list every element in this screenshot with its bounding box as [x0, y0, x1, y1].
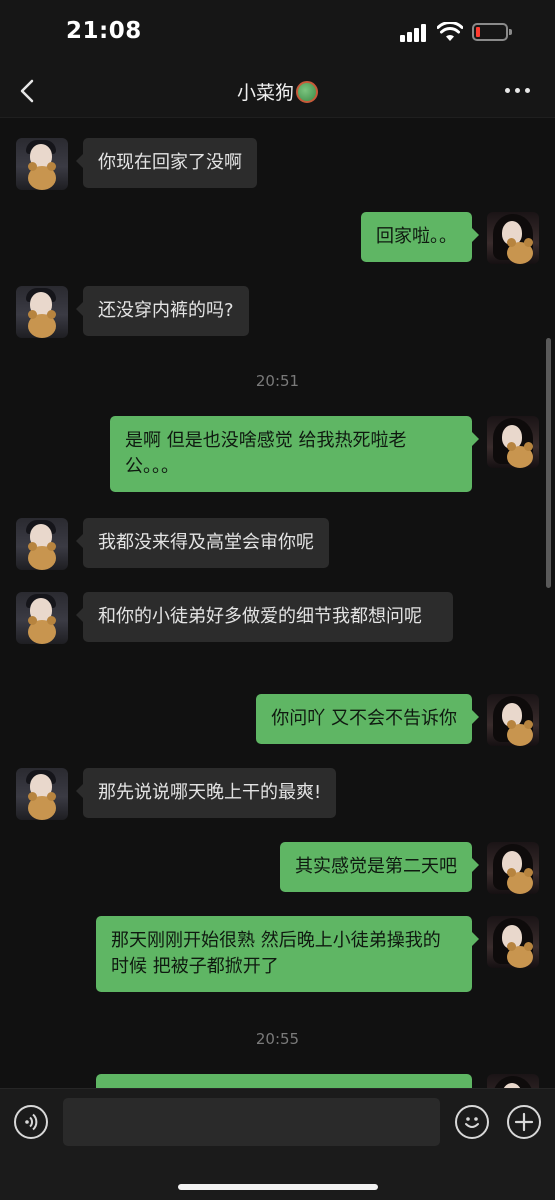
contact-avatar[interactable]: [16, 138, 68, 190]
outgoing-message[interactable]: 你问吖 又不会不告诉你: [256, 694, 479, 744]
wifi-icon: [437, 22, 463, 41]
status-bar: 21:08: [0, 0, 555, 64]
vegetable-emoji-icon: [296, 81, 318, 103]
signal-icon: [400, 24, 428, 42]
incoming-message[interactable]: 我都没来得及高堂会审你呢: [76, 518, 329, 568]
contact-avatar[interactable]: [16, 592, 68, 644]
my-avatar[interactable]: [487, 916, 539, 968]
incoming-message[interactable]: 还没穿内裤的吗?: [76, 286, 249, 336]
incoming-message[interactable]: 那先说说哪天晚上干的最爽!: [75, 768, 337, 818]
outgoing-message[interactable]: [96, 1074, 472, 1088]
status-time: 21:08: [66, 18, 142, 44]
more-functions-button[interactable]: [507, 1105, 541, 1139]
message-timestamp: 20:51: [255, 372, 300, 390]
emoji-button[interactable]: [455, 1105, 489, 1139]
message-input[interactable]: [63, 1098, 440, 1146]
chat-history[interactable]: 你现在回家了没啊 回家啦。。 还没穿内裤的吗? 20:51 是啊 但是也没啥感觉…: [0, 118, 555, 1088]
my-avatar[interactable]: [487, 416, 539, 468]
contact-avatar[interactable]: [16, 518, 68, 570]
my-avatar[interactable]: [487, 694, 539, 746]
voice-input-button[interactable]: [14, 1105, 48, 1139]
incoming-message[interactable]: 你现在回家了没啊: [76, 138, 257, 188]
chat-title: 小菜狗: [0, 78, 555, 105]
incoming-message[interactable]: 和你的小徒弟好多做爱的细节我都想问呢: [76, 592, 453, 642]
nav-bar: 小菜狗: [0, 64, 555, 118]
chat-title-text: 小菜狗: [236, 82, 294, 104]
outgoing-message[interactable]: 是啊 但是也没啥感觉 给我热死啦老公。。。: [110, 416, 479, 492]
outgoing-message[interactable]: 那天刚刚开始很熟 然后晚上小徒弟操我的时候 把被子都掀开了: [96, 916, 479, 992]
smiley-icon: [465, 1117, 479, 1128]
plus-icon: [514, 1112, 534, 1132]
contact-avatar[interactable]: [16, 286, 68, 338]
my-avatar[interactable]: [487, 842, 539, 894]
more-options-button[interactable]: [505, 78, 533, 102]
voice-icon: [25, 1113, 38, 1131]
outgoing-message[interactable]: 其实感觉是第二天吧: [280, 842, 479, 892]
contact-avatar[interactable]: [16, 768, 68, 820]
home-indicator[interactable]: [178, 1184, 378, 1190]
my-avatar[interactable]: [487, 1074, 539, 1088]
my-avatar[interactable]: [487, 212, 539, 264]
battery-icon: [472, 23, 512, 41]
message-timestamp: 20:55: [255, 1030, 300, 1048]
outgoing-message[interactable]: 回家啦。。: [361, 212, 479, 262]
